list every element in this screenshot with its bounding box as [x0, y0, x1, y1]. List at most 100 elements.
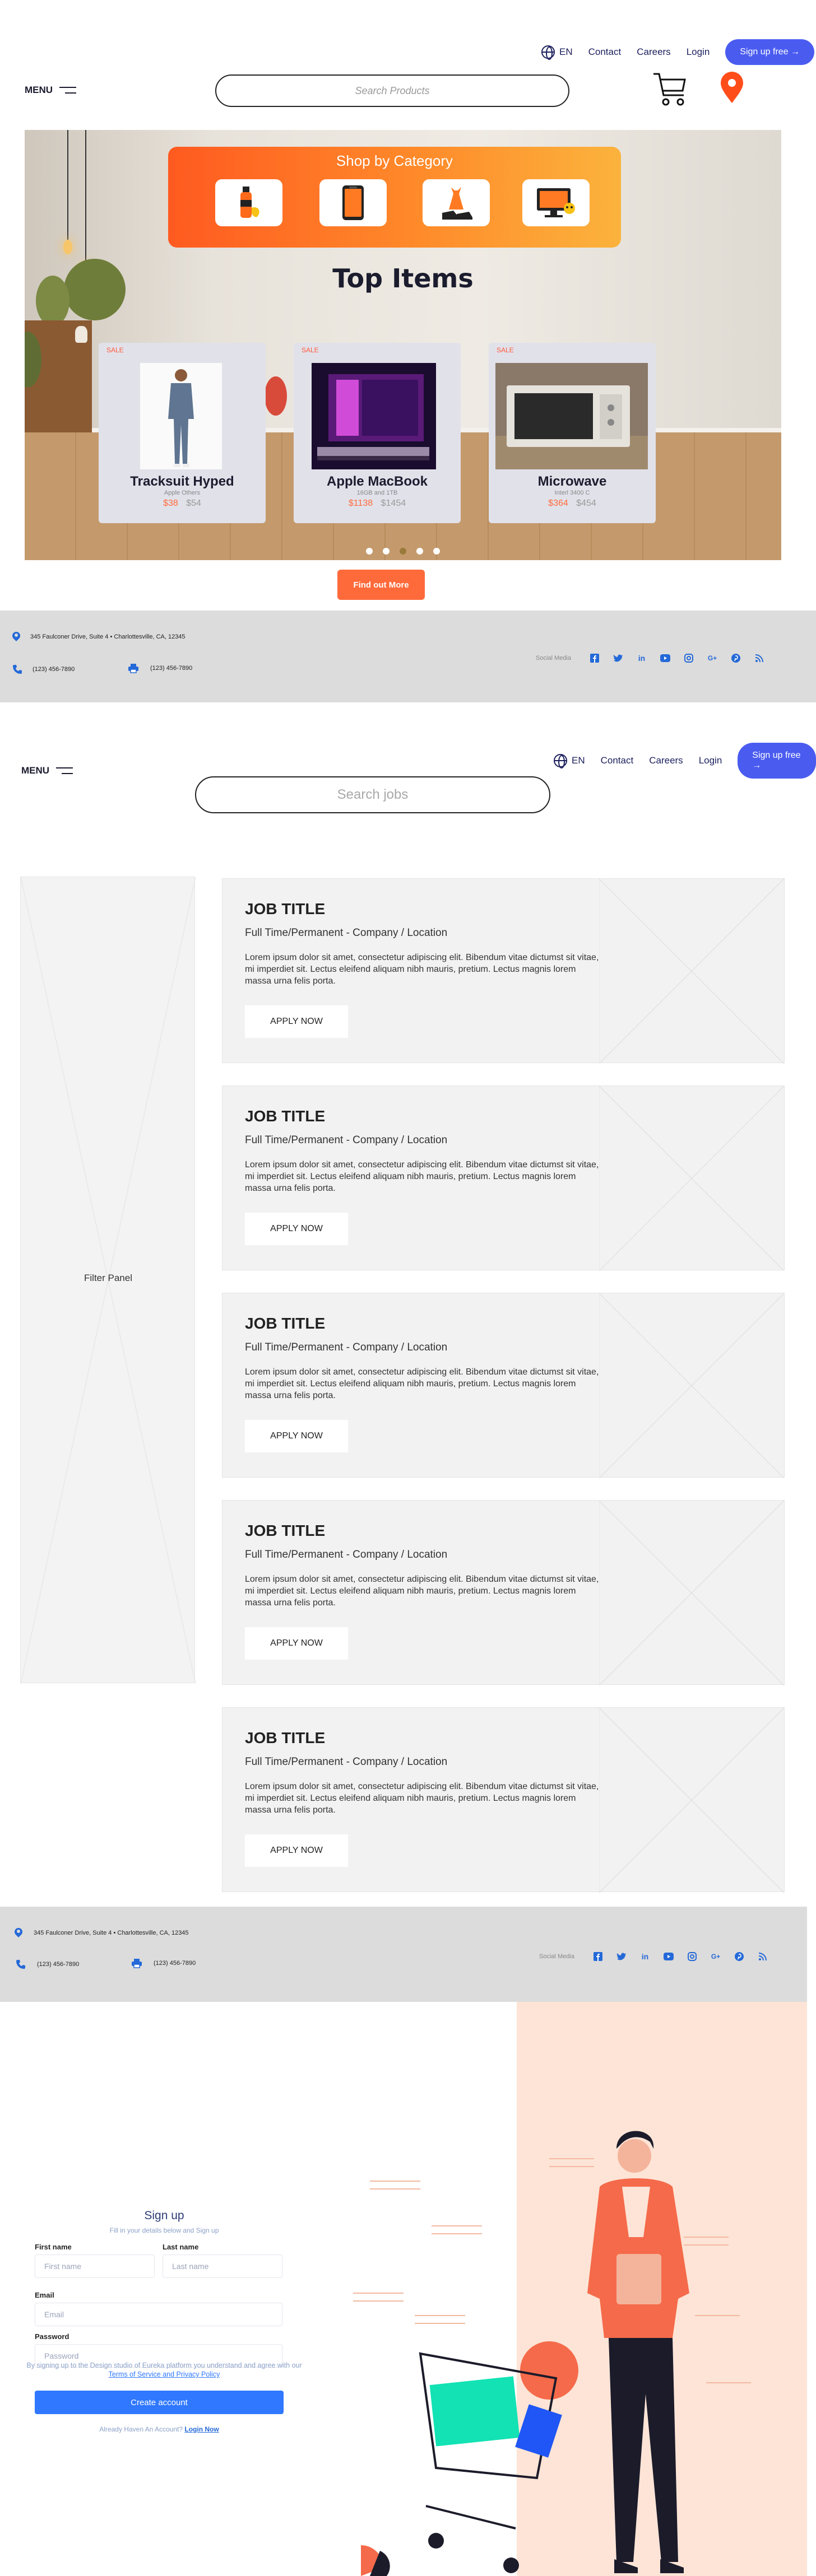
email-field[interactable]: Email: [35, 2303, 282, 2326]
product-image: [312, 363, 436, 469]
product-card-macbook[interactable]: SALE Apple MacBook 16GB and 1TB $1138 $1…: [294, 343, 461, 523]
footer-address: 345 Faulconer Drive, Suite 4 • Charlotte…: [15, 1928, 189, 1938]
job-description: Lorem ipsum dolor sit amet, consectetur …: [245, 1160, 599, 1193]
job-card[interactable]: JOB TITLE Full Time/Permanent - Company …: [222, 878, 785, 1064]
instagram-icon[interactable]: [687, 1951, 698, 1962]
nav-link-login[interactable]: Login: [699, 755, 722, 766]
language-label: EN: [572, 755, 585, 766]
carousel-dot[interactable]: [366, 548, 373, 555]
email-label: Email: [35, 2291, 54, 2299]
shopping-illustration: [353, 2131, 751, 2576]
last-name-field[interactable]: Last name: [163, 2254, 282, 2278]
nav-link-login[interactable]: Login: [687, 46, 710, 58]
category-tile-electronics[interactable]: [522, 179, 590, 226]
address-text: 345 Faulconer Drive, Suite 4 • Charlotte…: [34, 1930, 189, 1936]
globe-icon: [554, 754, 567, 768]
google-plus-icon[interactable]: G+: [707, 653, 718, 663]
sale-badge: SALE: [497, 346, 514, 354]
product-card-tracksuit[interactable]: SALE Tracksuit Hyped Apple Others $38 $5…: [99, 343, 266, 523]
twitter-icon[interactable]: [613, 653, 624, 663]
rss-icon[interactable]: [757, 1951, 768, 1962]
map-pin-icon: [12, 632, 20, 642]
vase-decoration: [75, 326, 87, 343]
social-media-links: Social Media in G+: [536, 653, 765, 663]
fax-number: (123) 456-7890: [154, 1960, 196, 1967]
apply-now-button[interactable]: APPLY NOW: [245, 1005, 348, 1038]
signup-title: Sign up: [144, 2209, 184, 2222]
carousel-dot[interactable]: [416, 548, 423, 555]
linkedin-icon[interactable]: in: [636, 653, 647, 663]
smartphone-icon: [342, 185, 364, 220]
job-title: JOB TITLE: [245, 1315, 326, 1332]
fax-number: (123) 456-7890: [150, 665, 193, 672]
job-description: Lorem ipsum dolor sit amet, consectetur …: [245, 953, 599, 986]
nav-link-careers[interactable]: Careers: [649, 755, 683, 766]
menu-button[interactable]: MENU: [21, 765, 73, 776]
carousel-dot-active[interactable]: [400, 548, 406, 555]
job-card[interactable]: JOB TITLE Full Time/Permanent - Company …: [222, 1500, 785, 1685]
placeholder-image: [599, 1708, 784, 1893]
job-description: Lorem ipsum dolor sit amet, consectetur …: [245, 1367, 599, 1400]
job-card[interactable]: JOB TITLE Full Time/Permanent - Company …: [222, 1293, 785, 1478]
job-card[interactable]: JOB TITLE Full Time/Permanent - Company …: [222, 1086, 785, 1271]
category-tile-groceries[interactable]: [215, 179, 282, 226]
filter-panel[interactable]: Filter Panel: [20, 877, 196, 1684]
apply-now-button[interactable]: APPLY NOW: [245, 1213, 348, 1245]
pinterest-icon[interactable]: [730, 653, 741, 663]
product-name: Microwave: [537, 474, 607, 489]
youtube-icon[interactable]: [663, 1951, 674, 1962]
product-search-input[interactable]: Search Products: [215, 74, 569, 107]
location-pin-icon[interactable]: [720, 72, 744, 104]
job-subtitle: Full Time/Permanent - Company / Location: [245, 927, 448, 939]
apply-now-button[interactable]: APPLY NOW: [245, 1420, 348, 1452]
apply-now-button[interactable]: APPLY NOW: [245, 1834, 348, 1867]
printer-icon: [132, 1959, 142, 1968]
twitter-icon[interactable]: [616, 1951, 627, 1962]
language-selector[interactable]: EN: [541, 45, 573, 60]
cart-icon[interactable]: [652, 71, 688, 108]
product-card-microwave[interactable]: SALE Microwave Interl 3400 C $364 $454: [489, 343, 656, 523]
google-plus-icon[interactable]: G+: [710, 1951, 721, 1962]
linkedin-icon[interactable]: in: [639, 1951, 651, 1962]
facebook-icon[interactable]: [589, 653, 600, 663]
job-description: Lorem ipsum dolor sit amet, consectetur …: [245, 1782, 599, 1815]
carousel-dot[interactable]: [433, 548, 440, 555]
nav-link-contact[interactable]: Contact: [601, 755, 634, 766]
menu-button[interactable]: MENU: [25, 85, 77, 96]
product-name: Tracksuit Hyped: [130, 474, 234, 489]
job-card[interactable]: JOB TITLE Full Time/Permanent - Company …: [222, 1707, 785, 1893]
category-tile-fashion[interactable]: [423, 179, 490, 226]
footer-phone: (123) 456-7890: [16, 1959, 79, 1969]
rss-icon[interactable]: [754, 653, 765, 663]
product-image: [495, 363, 648, 469]
job-description: Lorem ipsum dolor sit amet, consectetur …: [245, 1575, 599, 1608]
signup-free-button[interactable]: Sign up free →: [725, 39, 815, 65]
placeholder-image: [599, 1293, 784, 1478]
login-now-link[interactable]: Login Now: [184, 2425, 219, 2433]
social-media-links: Social Media in G+: [539, 1951, 768, 1962]
language-label: EN: [559, 46, 573, 57]
shop-top-nav: EN Contact Careers Login Sign up free →: [541, 39, 815, 65]
category-title: Shop by Category: [336, 152, 453, 169]
first-name-field[interactable]: First name: [35, 2254, 155, 2278]
pinterest-icon[interactable]: [734, 1951, 745, 1962]
youtube-icon[interactable]: [660, 653, 671, 663]
category-tile-phones[interactable]: [319, 179, 387, 226]
language-selector[interactable]: EN: [554, 754, 585, 768]
footer-phone: (123) 456-7890: [12, 664, 75, 674]
nav-link-contact[interactable]: Contact: [588, 46, 622, 58]
nav-link-careers[interactable]: Careers: [637, 46, 670, 58]
create-account-button[interactable]: Create account: [35, 2391, 284, 2414]
job-search-input[interactable]: Search jobs: [195, 776, 550, 813]
last-name-placeholder: Last name: [172, 2262, 209, 2271]
find-out-more-button[interactable]: Find out More: [337, 570, 425, 600]
facebook-icon[interactable]: [592, 1951, 604, 1962]
carousel-dots: [25, 548, 781, 555]
terms-link[interactable]: Terms of Service and Privacy Policy: [109, 2370, 220, 2378]
carousel-dot[interactable]: [383, 548, 390, 555]
signup-free-button[interactable]: Sign up free →: [738, 743, 816, 779]
hero-banner: Shop by Category Top Items SALE Tracksui…: [25, 130, 781, 560]
phone-number: (123) 456-7890: [37, 1961, 80, 1968]
instagram-icon[interactable]: [683, 653, 694, 663]
apply-now-button[interactable]: APPLY NOW: [245, 1627, 348, 1660]
